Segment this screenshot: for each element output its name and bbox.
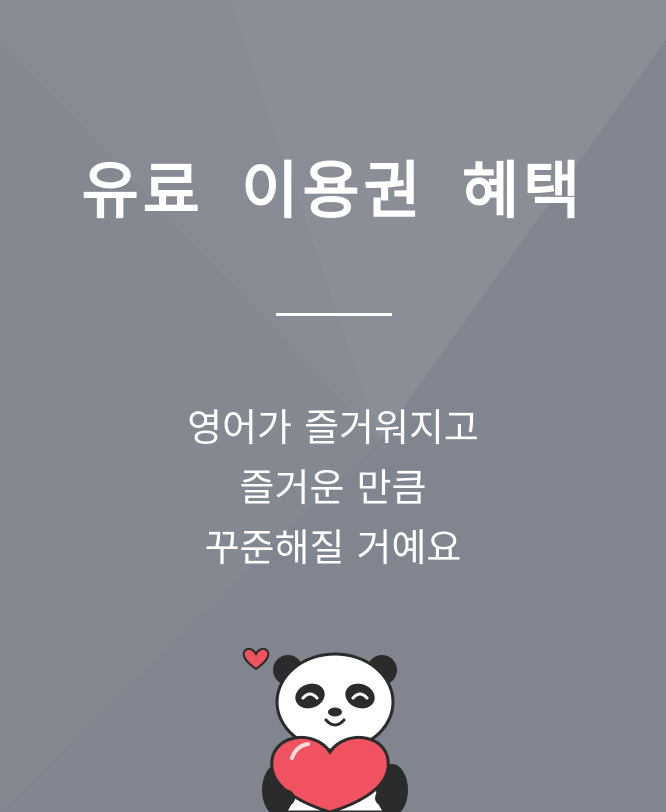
title-divider	[276, 313, 392, 316]
description-line: 꾸준해질 거예요	[204, 526, 462, 570]
panda-holding-heart-icon	[242, 648, 408, 812]
description-line: 즐거운 만큼	[239, 466, 427, 510]
small-heart-icon	[242, 648, 270, 671]
description-line: 영어가 즐거워지고	[187, 406, 479, 450]
page-title: 유료 이용권 혜택	[81, 154, 585, 227]
description: 영어가 즐거워지고 즐거운 만큼 꾸준해질 거예요	[0, 398, 666, 578]
